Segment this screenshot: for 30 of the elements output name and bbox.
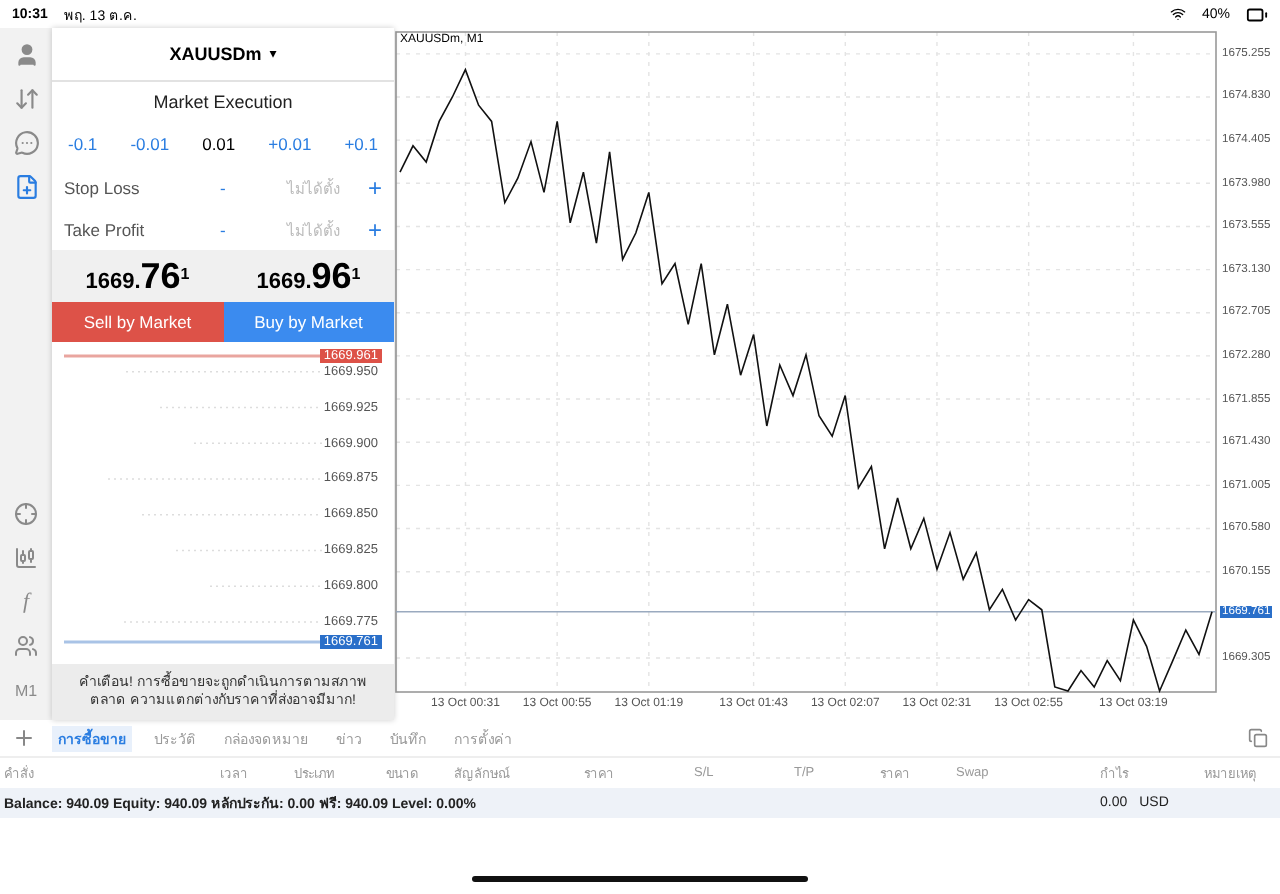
minus-link[interactable]: - (220, 219, 260, 239)
volume-step-link[interactable]: +0.1 (344, 134, 378, 154)
volume-value[interactable]: 0.01 (202, 134, 236, 154)
sell-button[interactable]: Sell by Market (52, 302, 223, 342)
windows-icon[interactable] (1248, 728, 1268, 748)
field-label: Take Profit (64, 219, 147, 239)
battery-icon (1246, 3, 1268, 25)
document-plus-icon (13, 173, 39, 199)
chat-icon (13, 129, 39, 155)
people-icon (14, 634, 38, 658)
timeframe-label[interactable]: M1 (14, 668, 38, 712)
wifi-icon (1169, 6, 1186, 22)
bid-price: 1669.76$^{1}$ (85, 255, 190, 297)
arrows-icon (13, 85, 39, 111)
volume-step-link[interactable]: +0.01 (268, 134, 312, 154)
symbol-title[interactable]: XAUUSDm (169, 44, 262, 64)
plus-link[interactable]: + (367, 215, 382, 243)
crosshair-icon (14, 502, 38, 526)
plus-link[interactable]: + (367, 173, 382, 201)
function-label[interactable]: f (22, 580, 30, 624)
person-icon (13, 41, 39, 67)
volume-step-link[interactable]: -0.01 (130, 134, 170, 154)
field-label: Stop Loss (64, 177, 142, 197)
minus-link[interactable]: - (220, 177, 260, 197)
volume-step-link[interactable]: -0.1 (68, 134, 98, 154)
execution-mode[interactable]: Market Execution (153, 92, 293, 112)
buy-button[interactable]: Buy by Market (223, 302, 394, 342)
candlestick-icon (14, 546, 38, 570)
ask-price: 1669.96$^{1}$ (256, 255, 361, 297)
add-icon[interactable] (12, 726, 36, 750)
